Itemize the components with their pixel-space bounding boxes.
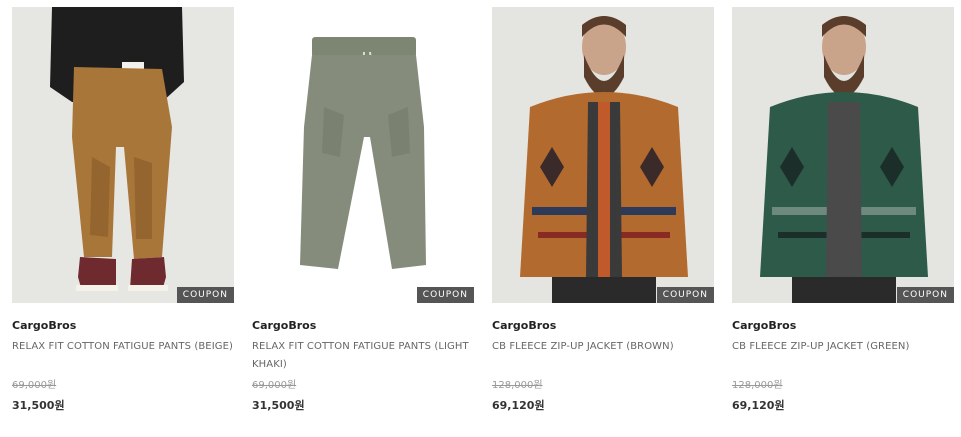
- original-price: 69,000원: [12, 380, 57, 391]
- product-image[interactable]: COUPON: [12, 7, 234, 303]
- beige-pants-model-photo: [12, 7, 234, 303]
- coupon-badge: COUPON: [896, 287, 954, 303]
- coupon-badge: COUPON: [416, 287, 474, 303]
- sale-price: 31,500원: [12, 399, 65, 412]
- product-name[interactable]: CB FLEECE ZIP-UP JACKET (BROWN): [492, 338, 714, 374]
- product-image[interactable]: COUPON: [732, 7, 954, 303]
- original-price: 128,000원: [492, 380, 543, 391]
- original-price: 128,000원: [732, 380, 783, 391]
- product-name[interactable]: CB FLEECE ZIP-UP JACKET (GREEN): [732, 338, 954, 374]
- product-card[interactable]: COUPON CargoBros CB FLEECE ZIP-UP JACKET…: [492, 7, 714, 413]
- brown-fleece-jacket-model-photo: [492, 7, 714, 303]
- product-brand[interactable]: CargoBros: [252, 319, 474, 332]
- product-image[interactable]: COUPON: [492, 7, 714, 303]
- product-card[interactable]: COUPON CargoBros RELAX FIT COTTON FATIGU…: [12, 7, 234, 413]
- green-fleece-jacket-model-photo: [732, 7, 954, 303]
- coupon-badge: COUPON: [656, 287, 714, 303]
- product-brand[interactable]: CargoBros: [12, 319, 234, 332]
- product-card[interactable]: COUPON CargoBros RELAX FIT COTTON FATIGU…: [252, 7, 474, 413]
- product-grid: COUPON CargoBros RELAX FIT COTTON FATIGU…: [0, 0, 961, 437]
- product-image[interactable]: COUPON: [252, 7, 474, 303]
- product-name[interactable]: RELAX FIT COTTON FATIGUE PANTS (LIGHT KH…: [252, 338, 474, 374]
- khaki-pants-product-photo: [252, 7, 474, 303]
- coupon-badge: COUPON: [176, 287, 234, 303]
- sale-price: 31,500원: [252, 399, 305, 412]
- sale-price: 69,120원: [732, 399, 785, 412]
- product-card[interactable]: COUPON CargoBros CB FLEECE ZIP-UP JACKET…: [732, 7, 954, 413]
- original-price: 69,000원: [252, 380, 297, 391]
- product-name[interactable]: RELAX FIT COTTON FATIGUE PANTS (BEIGE): [12, 338, 234, 374]
- sale-price: 69,120원: [492, 399, 545, 412]
- product-brand[interactable]: CargoBros: [492, 319, 714, 332]
- product-brand[interactable]: CargoBros: [732, 319, 954, 332]
